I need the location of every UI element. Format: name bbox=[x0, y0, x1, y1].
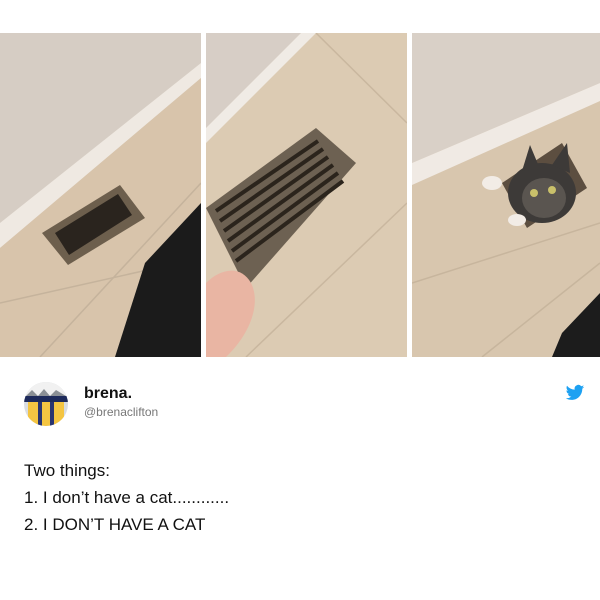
photo-vent-cover bbox=[206, 33, 407, 357]
photo-floor-vent bbox=[0, 33, 201, 357]
user-handle[interactable]: @brenaclifton bbox=[84, 405, 158, 419]
photo-strip bbox=[0, 33, 600, 357]
profile-avatar[interactable] bbox=[24, 382, 68, 426]
twitter-bird-icon bbox=[565, 384, 585, 400]
tweet-text-line-2: 1. I don’t have a cat............ bbox=[24, 488, 230, 507]
tweet-text-line-1: Two things: bbox=[24, 461, 110, 480]
display-name[interactable]: brena. bbox=[84, 385, 132, 403]
tweet-card: brena. @brenaclifton Two things: 1. I do… bbox=[0, 357, 600, 600]
tweet-text-line-3: 2. I DON’T HAVE A CAT bbox=[24, 515, 206, 534]
photo-cat-in-vent bbox=[412, 33, 600, 357]
